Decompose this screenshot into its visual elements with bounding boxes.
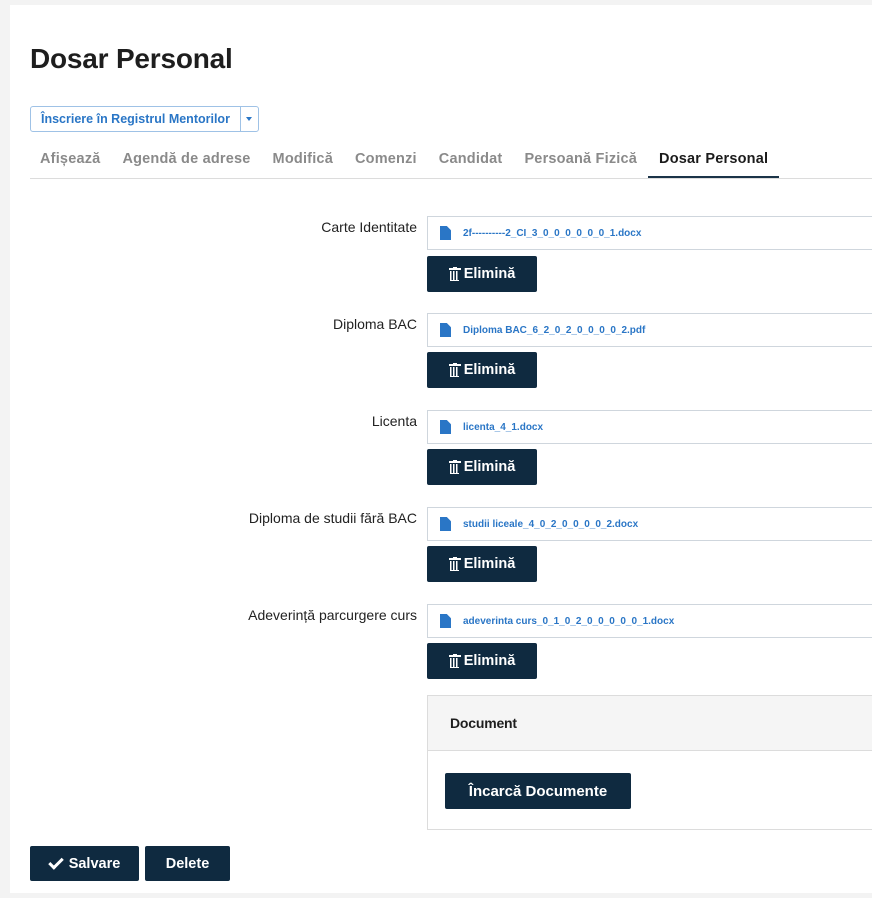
tab-afiseaza[interactable]: Afișează	[30, 141, 111, 178]
adeverinta-curs-file-link[interactable]: adeverinta curs_0_1_0_2_0_0_0_0_0_1.docx	[463, 616, 674, 627]
diploma-studii-label: Diploma de studii fără BAC	[248, 510, 417, 526]
file-icon	[440, 614, 451, 628]
save-button-label: Salvare	[68, 855, 121, 872]
document-panel-header: Document	[428, 696, 872, 751]
carte-identitate-file-link[interactable]: 2f----------2_CI_3_0_0_0_0_0_0_1.docx	[463, 228, 641, 239]
diploma-bac-label: Diploma BAC	[332, 316, 417, 332]
file-icon	[440, 420, 451, 434]
remove-button-label: Elimină	[463, 459, 516, 475]
file-icon	[440, 517, 451, 531]
save-button[interactable]: Salvare	[30, 846, 139, 881]
trash-icon	[448, 267, 461, 281]
caret-down-icon	[246, 117, 253, 121]
licenta-remove-button[interactable]: Elimină	[427, 449, 537, 485]
tab-dosar-personal[interactable]: Dosar Personal	[648, 141, 780, 178]
tab-persoana-fizica[interactable]: Persoană Fizică	[513, 141, 648, 178]
carte-identitate-file[interactable]: 2f----------2_CI_3_0_0_0_0_0_0_1.docx	[427, 216, 872, 250]
licenta-file[interactable]: licenta_4_1.docx	[427, 410, 872, 444]
registru-mentori-dropdown-toggle[interactable]	[241, 107, 258, 131]
page-title: Dosar Personal	[30, 43, 233, 74]
tab-modifica[interactable]: Modifică	[262, 141, 344, 178]
diploma-bac-file-link[interactable]: Diploma BAC_6_2_0_2_0_0_0_0_2.pdf	[463, 325, 645, 336]
adeverinta-curs-file[interactable]: adeverinta curs_0_1_0_2_0_0_0_0_0_1.docx	[427, 604, 872, 638]
diploma-bac-file[interactable]: Diploma BAC_6_2_0_2_0_0_0_0_2.pdf	[427, 313, 872, 347]
diploma-studii-file[interactable]: studii liceale_4_0_2_0_0_0_0_2.docx	[427, 507, 872, 541]
remove-button-label: Elimină	[463, 653, 516, 669]
diploma-bac-remove-button[interactable]: Elimină	[427, 352, 537, 388]
registru-mentori-split-button[interactable]: Înscriere în Registrul Mentorilor	[30, 106, 259, 132]
trash-icon	[448, 557, 461, 571]
diploma-studii-remove-button[interactable]: Elimină	[427, 546, 537, 582]
adeverinta-curs-remove-button[interactable]: Elimină	[427, 643, 537, 679]
remove-button-label: Elimină	[463, 266, 516, 282]
check-icon	[47, 853, 64, 870]
diploma-studii-file-link[interactable]: studii liceale_4_0_2_0_0_0_0_2.docx	[463, 519, 638, 530]
licenta-label: Licenta	[371, 413, 417, 429]
adeverinta-curs-label: Adeverință parcurgere curs	[248, 607, 417, 623]
upload-documents-button[interactable]: Încarcă Documente	[445, 773, 631, 809]
remove-button-label: Elimină	[463, 556, 516, 572]
tab-bar: Afișează Agendă de adrese Modifică Comen…	[30, 141, 872, 179]
tab-candidat[interactable]: Candidat	[428, 141, 514, 178]
document-upload-panel: Document Încarcă Documente	[427, 695, 872, 830]
trash-icon	[448, 460, 461, 474]
tab-agenda-adrese[interactable]: Agendă de adrese	[111, 141, 261, 178]
dosar-personal-page: Dosar Personal Înscriere în Registrul Me…	[10, 5, 872, 893]
carte-identitate-label: Carte Identitate	[321, 219, 417, 235]
trash-icon	[448, 363, 461, 377]
licenta-file-link[interactable]: licenta_4_1.docx	[463, 422, 543, 433]
file-icon	[440, 226, 451, 240]
file-icon	[440, 323, 451, 337]
trash-icon	[448, 654, 461, 668]
remove-button-label: Elimină	[463, 362, 516, 378]
tab-comenzi[interactable]: Comenzi	[344, 141, 428, 178]
carte-identitate-remove-button[interactable]: Elimină	[427, 256, 537, 292]
registru-mentori-button[interactable]: Înscriere în Registrul Mentorilor	[31, 107, 241, 131]
delete-button[interactable]: Delete	[145, 846, 230, 881]
